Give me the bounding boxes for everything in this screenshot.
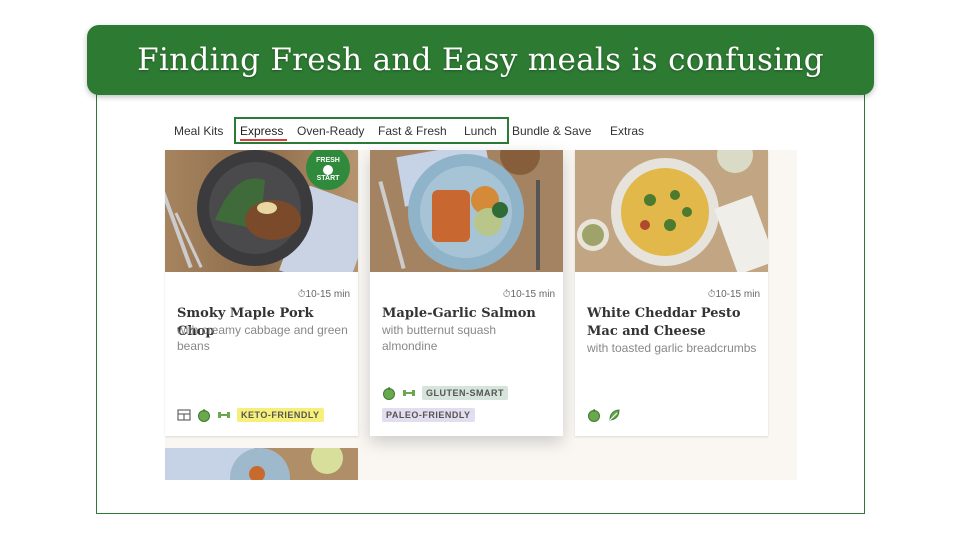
meal-tags: KETO-FRIENDLY — [177, 408, 324, 422]
apple-icon — [588, 409, 600, 422]
apple-icon — [383, 387, 395, 400]
nav-highlight-box — [234, 117, 509, 144]
slide-banner: Finding Fresh and Easy meals is confusin… — [87, 25, 874, 95]
meal-card-pork-chop[interactable]: FRESH START ⏱10-15 min Smoky Maple Pork … — [165, 150, 358, 436]
dumbbell-icon — [403, 390, 415, 396]
meal-title: Maple-Garlic Salmon — [382, 306, 536, 321]
website-screenshot: Meal Kits Express Oven-Ready Fast & Fres… — [165, 110, 797, 480]
prep-time: ⏱10-15 min — [707, 289, 760, 300]
meal-card-salmon[interactable]: ⏱10-15 min Maple-Garlic Salmon with butt… — [370, 150, 563, 436]
prep-time: ⏱10-15 min — [297, 289, 350, 300]
gluten-smart-tag: GLUTEN-SMART — [422, 386, 508, 400]
dumbbell-icon — [218, 412, 230, 418]
slide-title: Finding Fresh and Easy meals is confusin… — [137, 42, 824, 78]
meal-description: with creamy cabbage and green beans — [177, 323, 348, 353]
prep-time: ⏱10-15 min — [502, 289, 555, 300]
category-nav: Meal Kits Express Oven-Ready Fast & Fres… — [165, 110, 797, 150]
nav-item-bundle-save[interactable]: Bundle & Save — [512, 124, 591, 138]
meal-tags: GLUTEN-SMART — [382, 386, 508, 400]
nav-item-meal-kits[interactable]: Meal Kits — [174, 124, 223, 138]
badge-text-2: START — [317, 175, 341, 182]
meal-photo — [370, 150, 563, 272]
calendar-icon — [177, 409, 191, 421]
meal-card-mac-cheese[interactable]: ⏱10-15 min White Cheddar Pesto Mac and C… — [575, 150, 768, 436]
meal-card-partial[interactable] — [165, 448, 358, 480]
meal-tags — [587, 408, 621, 422]
keto-friendly-tag: KETO-FRIENDLY — [237, 408, 324, 422]
meal-photo — [575, 150, 768, 272]
badge-text-1: FRESH — [316, 157, 340, 164]
meal-description: with butternut squash almondine — [382, 323, 497, 353]
meal-description: with toasted garlic breadcrumbs — [587, 341, 757, 355]
meal-title: White Cheddar Pesto Mac and Cheese — [587, 306, 741, 339]
leaf-icon — [609, 409, 620, 421]
apple-icon — [198, 409, 210, 422]
meal-photo: FRESH START — [165, 150, 358, 272]
nav-item-extras[interactable]: Extras — [610, 124, 644, 138]
meal-tags-row-2: PALEO-FRIENDLY — [382, 408, 475, 422]
paleo-friendly-tag: PALEO-FRIENDLY — [382, 408, 475, 422]
